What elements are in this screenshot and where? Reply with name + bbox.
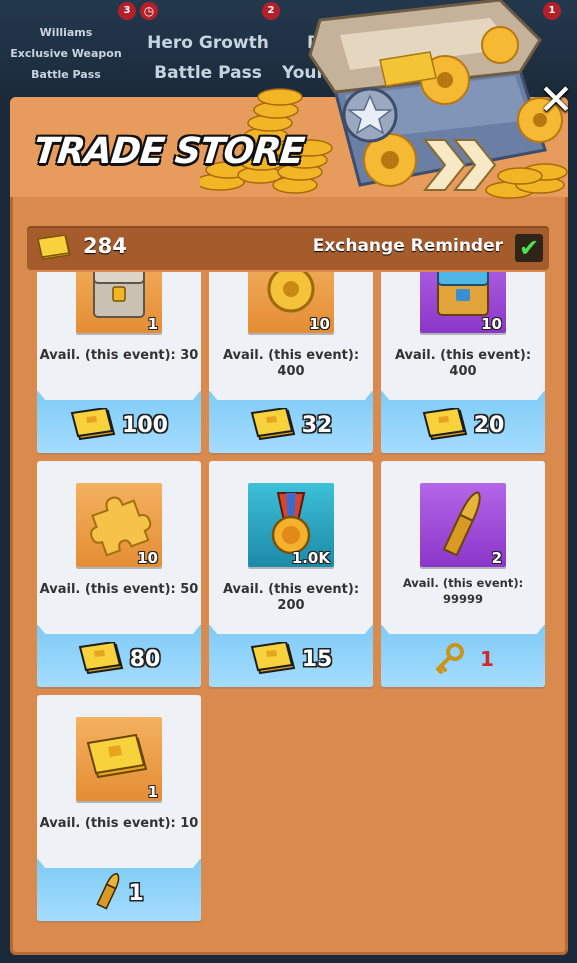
price-amount: 1 — [480, 647, 494, 671]
close-icon[interactable]: ✕ — [536, 79, 576, 121]
item-quantity: 1 — [147, 783, 158, 801]
item-availability: Avail. (this event): 400 — [222, 348, 360, 379]
price-amount: 1 — [128, 880, 144, 906]
item-availability: Avail. (this event): 10 — [39, 816, 199, 831]
currency-bar: 284 Exchange Reminder ✔ — [27, 226, 549, 270]
gold-ticket-icon — [78, 640, 123, 675]
price-amount: 15 — [301, 646, 333, 672]
item-grid: 1 Avail. (this event): 30 100 10 Avail. … — [27, 272, 549, 927]
item-quantity: 10 — [309, 315, 330, 333]
price-button[interactable]: 1 — [37, 858, 201, 921]
price-button[interactable]: 15 — [209, 624, 373, 687]
item-icon-box: 10 — [420, 272, 506, 333]
item-quantity: 10 — [481, 315, 502, 333]
page-title: TRADE STORE — [31, 131, 306, 172]
tab-label-line: Battle Pass — [31, 68, 101, 81]
bullet-icon — [96, 873, 120, 910]
item-icon-box: 2 — [420, 483, 506, 567]
item-quantity: 2 — [491, 549, 502, 567]
price-amount: 32 — [301, 412, 333, 438]
checkmark-icon: ✔ — [518, 234, 540, 262]
gold-ticket-icon — [422, 406, 467, 441]
item-availability: Avail. (this event): 30 — [39, 348, 199, 363]
store-item-medal[interactable]: 1.0K Avail. (this event): 200 15 — [209, 461, 373, 687]
item-quantity: 10 — [137, 549, 158, 567]
gold-ticket-icon — [250, 640, 295, 675]
gold-ticket-icon — [250, 406, 295, 441]
price-amount: 20 — [473, 412, 505, 438]
store-item-purple-chest[interactable]: 10 Avail. (this event): 400 20 — [381, 272, 545, 453]
item-quantity: 1 — [147, 315, 158, 333]
item-availability: Avail. (this event): 50 — [39, 582, 199, 597]
item-icon-box: 1 — [76, 272, 162, 333]
item-quantity: 1.0K — [291, 549, 330, 567]
item-availability: Avail. (this event): 200 — [222, 582, 360, 613]
tab-label-line: Williams — [39, 26, 93, 39]
gold-ticket-icon — [37, 235, 71, 260]
item-icon-box: 10 — [248, 272, 334, 333]
item-icon-box: 10 — [76, 483, 162, 567]
item-availability: Avail. (this event): 400 — [394, 348, 532, 379]
price-button[interactable]: 20 — [381, 390, 545, 453]
price-button[interactable]: 100 — [37, 390, 201, 453]
item-availability-line: 99999 — [442, 592, 483, 606]
tab-label-line: Exclusive Weapon — [10, 47, 122, 60]
exchange-reminder-checkbox[interactable]: ✔ — [515, 234, 543, 262]
item-availability-line: Avail. (this event): — [402, 576, 524, 590]
notification-badge: 3 — [118, 2, 136, 20]
currency-amount: 284 — [83, 234, 127, 258]
price-amount: 80 — [129, 646, 161, 672]
store-item-chest[interactable]: 1 Avail. (this event): 30 100 — [37, 272, 201, 453]
store-item-puzzle[interactable]: 10 Avail. (this event): 50 80 — [37, 461, 201, 687]
price-button[interactable]: 80 — [37, 624, 201, 687]
item-icon-box: 1.0K — [248, 483, 334, 567]
exchange-reminder-label: Exchange Reminder — [312, 236, 503, 256]
item-availability: Avail. (this event): 99999 — [381, 575, 545, 607]
price-amount: 100 — [122, 412, 168, 438]
store-item-bullet[interactable]: 2 Avail. (this event): 99999 1 — [381, 461, 545, 687]
key-icon — [436, 643, 465, 674]
price-button[interactable]: 32 — [209, 390, 373, 453]
item-icon-box: 1 — [76, 717, 162, 801]
store-item-gears[interactable]: 10 Avail. (this event): 400 32 — [209, 272, 373, 453]
gold-ticket-icon — [70, 406, 116, 441]
store-item-gold-ticket[interactable]: 1 Avail. (this event): 10 1 — [37, 695, 201, 921]
price-button[interactable]: 1 — [381, 624, 545, 687]
treasure-chest-illustration — [200, 0, 568, 199]
